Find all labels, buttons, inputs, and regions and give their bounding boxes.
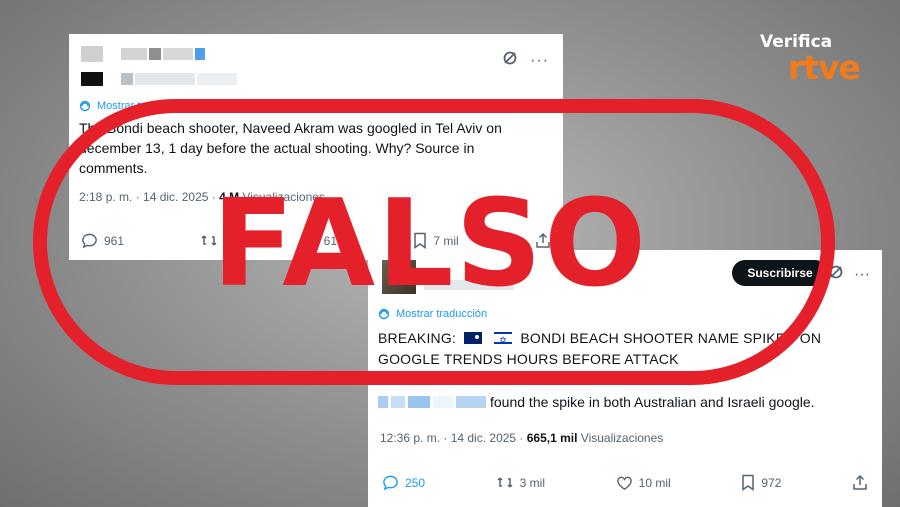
bookmark-icon [742,474,755,491]
reply-button[interactable]: 961 [81,232,124,249]
tweet-2-views-label: Visualizaciones [577,431,664,445]
tweet-1-meta: 2:18 p. m. · 14 dic. 2025 · 4 M Visualiz… [79,190,325,204]
blurred-mention [378,396,486,408]
like-count: 10 mil [638,475,671,490]
headline-prefix: BREAKING: [378,330,457,346]
repost-icon [201,235,217,246]
tweet-1-text: The Bondi beach shooter, Naveed Akram wa… [79,120,502,176]
tweet-2-text: found the spike in both Australian and I… [490,394,815,410]
australia-flag-icon [464,332,483,344]
tweet-2-actions: 250 3 mil 10 mil 972 [382,474,868,491]
tweet-2-body: found the spike in both Australian and I… [378,394,815,410]
grok-icon[interactable] [502,50,518,71]
more-icon[interactable]: ··· [854,266,870,284]
verifica-rtve-logo: Verifica rtve [760,32,861,87]
tweet-1-time[interactable]: 2:18 p. m. · 14 dic. 2025 · [79,190,219,204]
tweet-2-meta: 12:36 p. m. · 14 dic. 2025 · 665,1 mil V… [380,431,663,445]
translate-link[interactable]: Mostrar traducción [79,100,188,112]
bookmark-button[interactable]: 972 [741,474,781,491]
like-count: 61 [323,233,338,248]
repost-count: 3 mil [519,475,546,490]
translate-link[interactable]: Mostrar traducción [378,308,487,320]
like-button[interactable]: 61 [301,232,337,249]
share-icon [536,232,550,248]
like-icon [301,234,317,248]
bookmark-count: 972 [761,475,782,490]
tweet-1-actions: 961 61 7 mil [81,232,551,249]
more-icon[interactable]: ··· [530,52,549,70]
share-button[interactable] [535,232,551,249]
share-icon [853,474,867,490]
tweet-card-2: Suscribirse ··· Mostrar traducción BREAK… [368,250,882,507]
repost-button[interactable]: 3 mil [496,474,545,491]
tweet-2-views-count: 665,1 mil [526,431,578,445]
reply-icon [383,475,398,491]
like-icon [616,476,632,490]
translate-label: Mostrar traducción [396,308,488,320]
israel-flag-icon [494,330,513,351]
subscribe-button[interactable]: Suscribirse [732,260,828,286]
tweet-1-views-count: 4 M [219,190,240,204]
reply-count: 961 [104,233,125,248]
tweet-1-views-label: Visualizaciones [239,190,325,204]
bookmark-icon [414,232,427,249]
tweet-2-time[interactable]: 12:36 p. m. · 14 dic. 2025 · [380,431,527,445]
tweet-2-handle-blurred [424,280,514,290]
bookmark-button[interactable]: 7 mil [413,232,459,249]
share-button[interactable] [852,474,868,491]
reply-icon [82,233,97,249]
grok-icon[interactable] [828,264,844,285]
repost-button[interactable] [200,232,224,249]
logo-rtve-text: rtve [788,48,861,87]
repost-icon [497,477,513,488]
reply-button[interactable]: 250 [382,474,425,491]
avatar[interactable] [382,260,416,294]
translate-icon [378,308,390,320]
tweet-2-headline: BREAKING: BONDI BEACH SHOOTER NAME SPIKE… [378,328,878,370]
tweet-1-author-blurred [81,46,237,86]
reply-count: 250 [405,475,426,490]
translate-label: Mostrar traducción [97,100,189,112]
tweet-card-1: ··· Mostrar traducción The Bondi beach s… [69,34,563,260]
translate-icon [79,100,91,112]
bookmark-count: 7 mil [433,233,459,248]
like-button[interactable]: 10 mil [616,474,671,491]
